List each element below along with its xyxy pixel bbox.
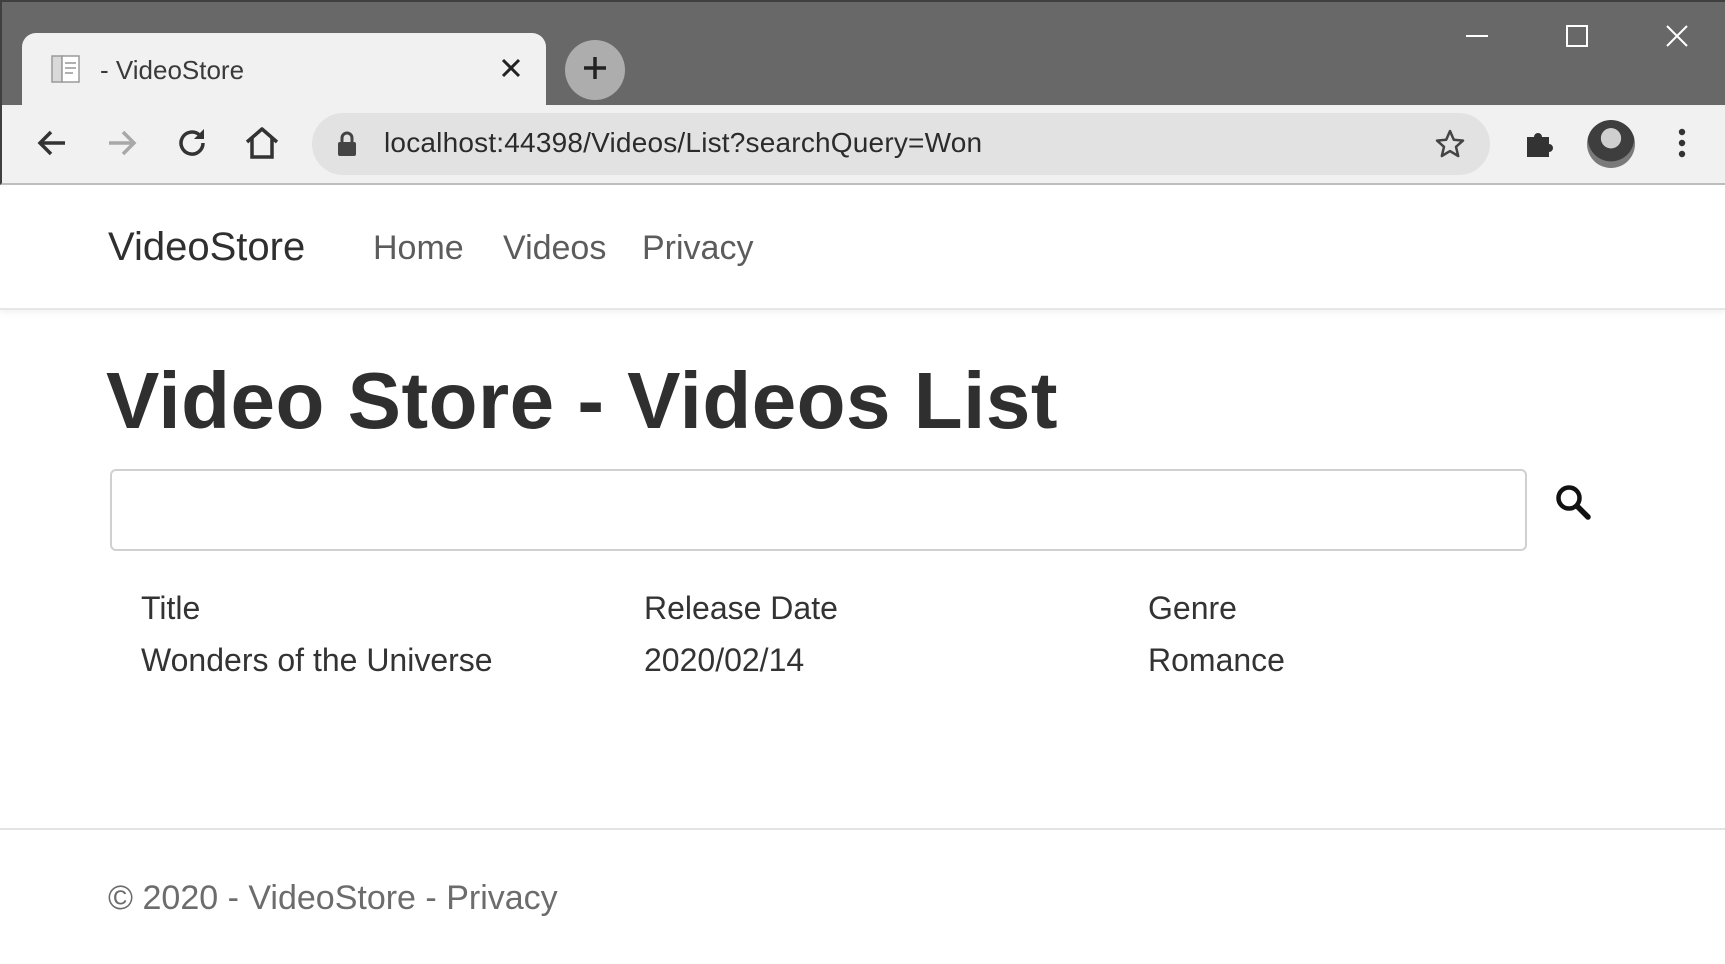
column-header-title: Title — [141, 590, 201, 626]
table-header-row: Title Release Date Genre — [0, 590, 1725, 642]
home-button[interactable] — [240, 123, 284, 167]
extensions-button[interactable] — [1518, 123, 1562, 167]
arrow-left-icon — [34, 125, 70, 166]
browser-titlebar: - VideoStore — [0, 0, 1725, 109]
cell-release-date: 2020/02/14 — [644, 642, 805, 678]
maximize-button[interactable] — [1542, 16, 1612, 60]
lock-icon[interactable] — [334, 130, 360, 158]
browser-window: - VideoStore localhost:44398/Videos/List… — [0, 0, 1725, 964]
footer-privacy-link[interactable]: Privacy — [446, 879, 557, 917]
site-brand[interactable]: VideoStore — [108, 225, 305, 270]
footer-copyright: © 2020 - VideoStore - — [108, 879, 447, 917]
footer: © 2020 - VideoStore - Privacy — [108, 879, 558, 918]
browser-toolbar: localhost:44398/Videos/List?searchQuery=… — [0, 105, 1725, 185]
search-icon — [1554, 483, 1592, 526]
new-tab-button[interactable] — [565, 40, 625, 100]
table-row: Wonders of the Universe 2020/02/14 Roman… — [0, 642, 1725, 694]
site-navbar: VideoStore Home Videos Privacy — [0, 187, 1725, 310]
forward-button[interactable] — [100, 123, 144, 167]
close-icon[interactable] — [496, 53, 526, 83]
nav-link-videos[interactable]: Videos — [503, 229, 606, 268]
nav-link-privacy[interactable]: Privacy — [642, 229, 753, 268]
star-icon[interactable] — [1432, 126, 1468, 162]
avatar[interactable] — [1587, 120, 1635, 168]
minimize-button[interactable] — [1442, 16, 1512, 60]
search-input[interactable] — [110, 469, 1527, 551]
back-button[interactable] — [30, 123, 74, 167]
browser-menu-button[interactable] — [1660, 123, 1704, 167]
web-page: VideoStore Home Videos Privacy Video Sto… — [0, 187, 1725, 964]
cell-genre: Romance — [1148, 642, 1285, 678]
cell-title: Wonders of the Universe — [141, 642, 493, 678]
page-icon — [48, 51, 84, 87]
browser-tab[interactable]: - VideoStore — [22, 33, 546, 109]
close-icon — [1664, 23, 1690, 54]
column-header-release-date: Release Date — [644, 590, 838, 626]
tab-title: - VideoStore — [100, 55, 245, 85]
column-header-genre: Genre — [1148, 590, 1237, 626]
reload-button[interactable] — [170, 123, 214, 167]
minimize-icon — [1464, 23, 1490, 54]
url-text[interactable]: localhost:44398/Videos/List?searchQuery=… — [384, 127, 982, 159]
reload-icon — [174, 125, 210, 166]
window-close-button[interactable] — [1642, 16, 1712, 60]
maximize-icon — [1564, 23, 1590, 54]
videos-table: Title Release Date Genre Wonders of the … — [0, 590, 1725, 694]
kebab-menu-icon — [1677, 127, 1687, 164]
home-icon — [243, 124, 281, 167]
nav-link-home[interactable]: Home — [373, 229, 464, 268]
plus-icon — [581, 54, 609, 87]
puzzle-icon — [1522, 125, 1558, 166]
arrow-right-icon — [104, 125, 140, 166]
address-bar[interactable]: localhost:44398/Videos/List?searchQuery=… — [312, 113, 1490, 175]
search-button[interactable] — [1550, 481, 1596, 527]
page-title: Video Store - Videos List — [106, 356, 1058, 445]
footer-divider — [0, 828, 1725, 830]
